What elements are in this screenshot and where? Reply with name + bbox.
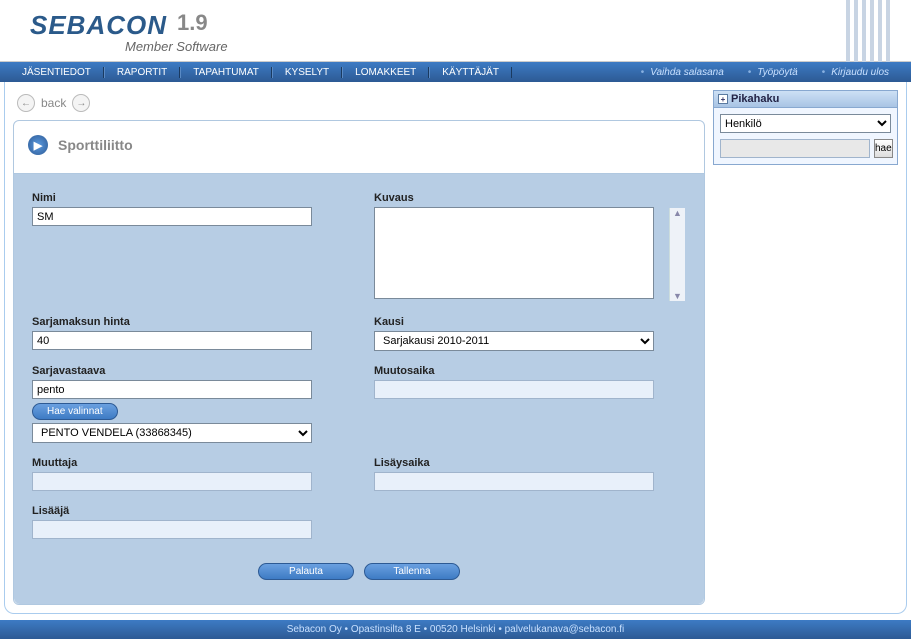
muutosaika-label: Muutosaika bbox=[374, 365, 686, 377]
lisaysaika-value bbox=[374, 472, 654, 491]
footer-email: palvelukanava@sebacon.fi bbox=[505, 624, 625, 635]
app-header: SEBACON 1.9 Member Software bbox=[0, 0, 911, 62]
expand-icon[interactable]: + bbox=[718, 94, 728, 104]
breadcrumb: ← back → bbox=[13, 90, 705, 120]
sarjamaksu-label: Sarjamaksun hinta bbox=[32, 316, 344, 328]
field-muutosaika: Muutosaika bbox=[374, 365, 686, 443]
page-title: Sporttiliitto bbox=[58, 137, 133, 153]
back-label[interactable]: back bbox=[41, 96, 66, 110]
muutosaika-value bbox=[374, 380, 654, 399]
lisaaja-label: Lisääjä bbox=[32, 505, 344, 517]
nimi-input[interactable] bbox=[32, 207, 312, 226]
sarjavastaava-label: Sarjavastaava bbox=[32, 365, 344, 377]
kausi-label: Kausi bbox=[374, 316, 686, 328]
nav-change-password[interactable]: Vaihda salasana bbox=[629, 67, 736, 78]
field-muuttaja: Muuttaja bbox=[32, 457, 344, 491]
field-nimi: Nimi bbox=[32, 192, 344, 302]
field-sarjamaksu: Sarjamaksun hinta bbox=[32, 316, 344, 351]
sarjavastaava-select[interactable]: PENTO VENDELA (33868345) bbox=[32, 423, 312, 443]
quicksearch-panel: + Pikahaku Henkilö hae bbox=[713, 90, 898, 165]
kausi-select[interactable]: Sarjakausi 2010-2011 bbox=[374, 331, 654, 351]
nav-kayttajat[interactable]: KÄYTTÄJÄT bbox=[429, 67, 512, 78]
arrow-right-icon: ▶ bbox=[28, 135, 48, 155]
nav-logout[interactable]: Kirjaudu ulos bbox=[810, 67, 901, 78]
lisaaja-value bbox=[32, 520, 312, 539]
brand-name: SEBACON bbox=[30, 10, 167, 41]
brand-logo: SEBACON 1.9 bbox=[30, 10, 228, 41]
form-card: ▶ Sporttiliitto Nimi Kuvaus ▲▼ bbox=[13, 120, 705, 605]
main-nav: JÄSENTIEDOT RAPORTIT TAPAHTUMAT KYSELYT … bbox=[0, 62, 911, 82]
nav-kyselyt[interactable]: KYSELYT bbox=[272, 67, 342, 78]
quicksearch-title: Pikahaku bbox=[731, 93, 779, 105]
kuvaus-label: Kuvaus bbox=[374, 192, 686, 204]
quicksearch-input[interactable] bbox=[720, 139, 870, 158]
nav-lomakkeet[interactable]: LOMAKKEET bbox=[342, 67, 429, 78]
kuvaus-input[interactable] bbox=[374, 207, 654, 299]
hae-valinnat-button[interactable]: Hae valinnat bbox=[32, 403, 118, 420]
field-lisaaja: Lisääjä bbox=[32, 505, 344, 539]
brand-subtitle: Member Software bbox=[125, 39, 228, 54]
footer-address: Opastinsilta 8 E bbox=[351, 624, 421, 635]
nav-tapahtumat[interactable]: TAPAHTUMAT bbox=[180, 67, 272, 78]
footer: Sebacon Oy • Opastinsilta 8 E • 00520 He… bbox=[0, 620, 911, 639]
reset-button[interactable]: Palauta bbox=[258, 563, 354, 580]
field-kuvaus: Kuvaus ▲▼ bbox=[374, 192, 686, 302]
back-arrow-left-icon[interactable]: ← bbox=[17, 94, 35, 112]
footer-postal: 00520 Helsinki bbox=[430, 624, 496, 635]
muuttaja-label: Muuttaja bbox=[32, 457, 344, 469]
nimi-label: Nimi bbox=[32, 192, 344, 204]
sarjavastaava-input[interactable] bbox=[32, 380, 312, 399]
nav-desktop[interactable]: Työpöytä bbox=[736, 67, 810, 78]
field-lisaysaika: Lisäysaika bbox=[374, 457, 686, 491]
scrollbar[interactable]: ▲▼ bbox=[669, 208, 685, 301]
field-sarjavastaava: Sarjavastaava Hae valinnat PENTO VENDELA… bbox=[32, 365, 344, 443]
field-kausi: Kausi Sarjakausi 2010-2011 bbox=[374, 316, 686, 351]
nav-raportit[interactable]: RAPORTIT bbox=[104, 67, 180, 78]
save-button[interactable]: Tallenna bbox=[364, 563, 460, 580]
sarjamaksu-input[interactable] bbox=[32, 331, 312, 350]
muuttaja-value bbox=[32, 472, 312, 491]
header-decor bbox=[846, 0, 906, 62]
footer-company: Sebacon Oy bbox=[287, 624, 342, 635]
lisaysaika-label: Lisäysaika bbox=[374, 457, 686, 469]
quicksearch-type-select[interactable]: Henkilö bbox=[720, 114, 891, 133]
brand-version: 1.9 bbox=[177, 10, 208, 36]
quicksearch-go-button[interactable]: hae bbox=[874, 139, 893, 158]
back-arrow-right-icon[interactable]: → bbox=[72, 94, 90, 112]
nav-jasentiedot[interactable]: JÄSENTIEDOT bbox=[10, 67, 104, 78]
